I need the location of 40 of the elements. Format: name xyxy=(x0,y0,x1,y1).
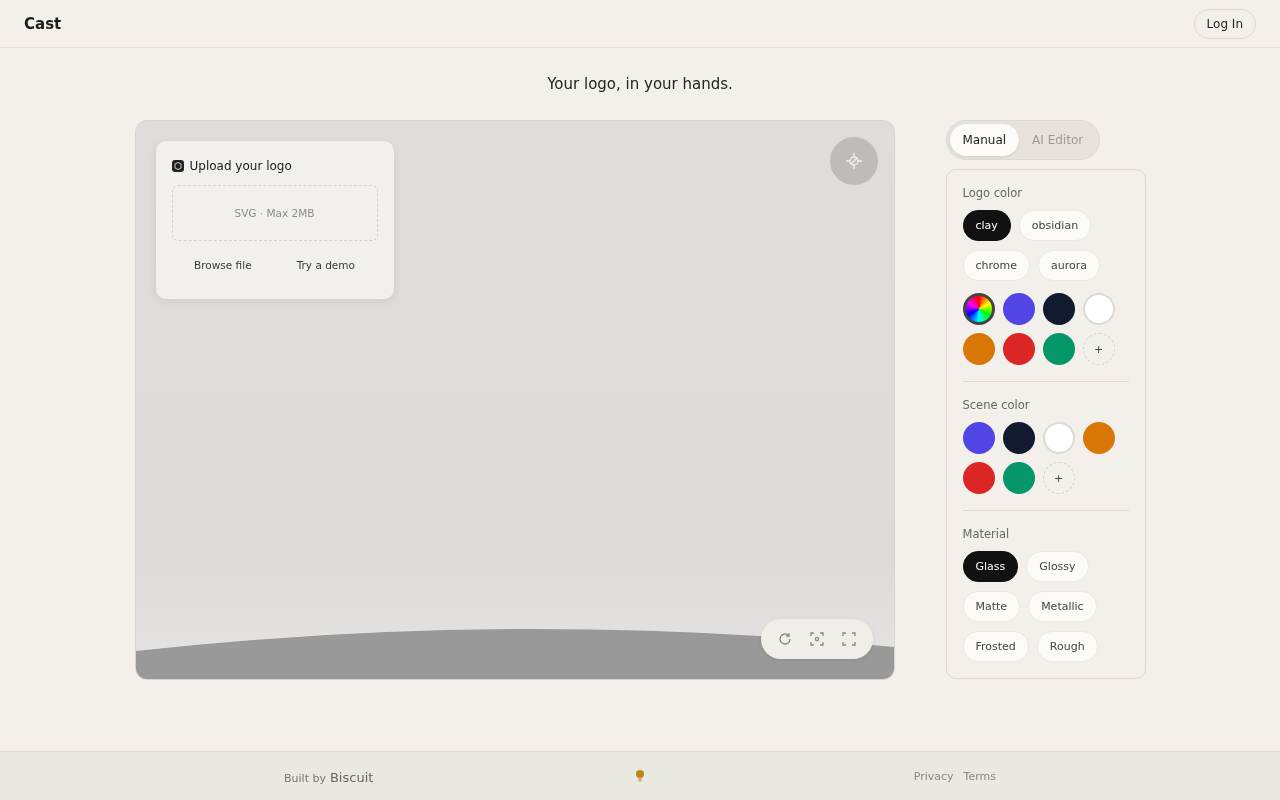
color-swatch[interactable] xyxy=(1002,293,1035,325)
color-swatch[interactable] xyxy=(962,333,995,365)
mode-tab[interactable]: Manual xyxy=(949,124,1020,156)
fullscreen-button[interactable] xyxy=(839,630,858,648)
section-label: Material xyxy=(962,527,1011,541)
brand-name: Cast xyxy=(24,14,62,33)
color-swatch[interactable] xyxy=(1002,422,1035,454)
preset-chip[interactable]: clay xyxy=(962,210,1011,241)
cube-icon xyxy=(171,160,184,172)
color-swatch[interactable] xyxy=(1042,293,1075,325)
preset-chip[interactable]: obsidian xyxy=(1018,210,1092,241)
color-swatch[interactable] xyxy=(1082,422,1115,454)
material-chip[interactable]: Rough xyxy=(1036,631,1098,662)
color-wheel-button[interactable] xyxy=(962,293,995,325)
crosshair-icon xyxy=(843,151,864,171)
material-chip[interactable]: Matte xyxy=(962,591,1021,622)
biscuit-link[interactable]: Biscuit xyxy=(329,769,374,785)
focus-button[interactable] xyxy=(807,630,826,648)
lightbulb-icon xyxy=(635,769,645,783)
preset-chip[interactable]: chrome xyxy=(962,250,1030,281)
login-button[interactable]: Log In xyxy=(1193,8,1256,39)
upload-link[interactable]: Try a demo xyxy=(296,259,355,271)
color-swatch[interactable] xyxy=(1042,422,1075,454)
upload-title: Upload your logo xyxy=(189,159,292,173)
material-chip[interactable]: Glossy xyxy=(1026,551,1089,582)
material-chip[interactable]: Metallic xyxy=(1028,591,1097,622)
material-chip[interactable]: Glass xyxy=(962,551,1019,582)
built-by-text: Built by xyxy=(284,771,326,785)
upload-link[interactable]: Browse file xyxy=(194,259,252,271)
color-swatch[interactable] xyxy=(962,462,995,494)
headline: Your logo, in your hands. xyxy=(547,75,733,93)
color-swatch[interactable] xyxy=(1042,333,1075,365)
color-swatch[interactable] xyxy=(1002,462,1035,494)
color-swatch[interactable] xyxy=(1002,333,1035,365)
section-label: Logo color xyxy=(962,186,1024,200)
color-swatch[interactable] xyxy=(962,422,995,454)
color-swatch[interactable] xyxy=(1082,293,1115,325)
section-label: Scene color xyxy=(962,398,1031,412)
preset-chip[interactable]: aurora xyxy=(1038,250,1100,281)
material-chip[interactable]: Frosted xyxy=(962,631,1029,662)
